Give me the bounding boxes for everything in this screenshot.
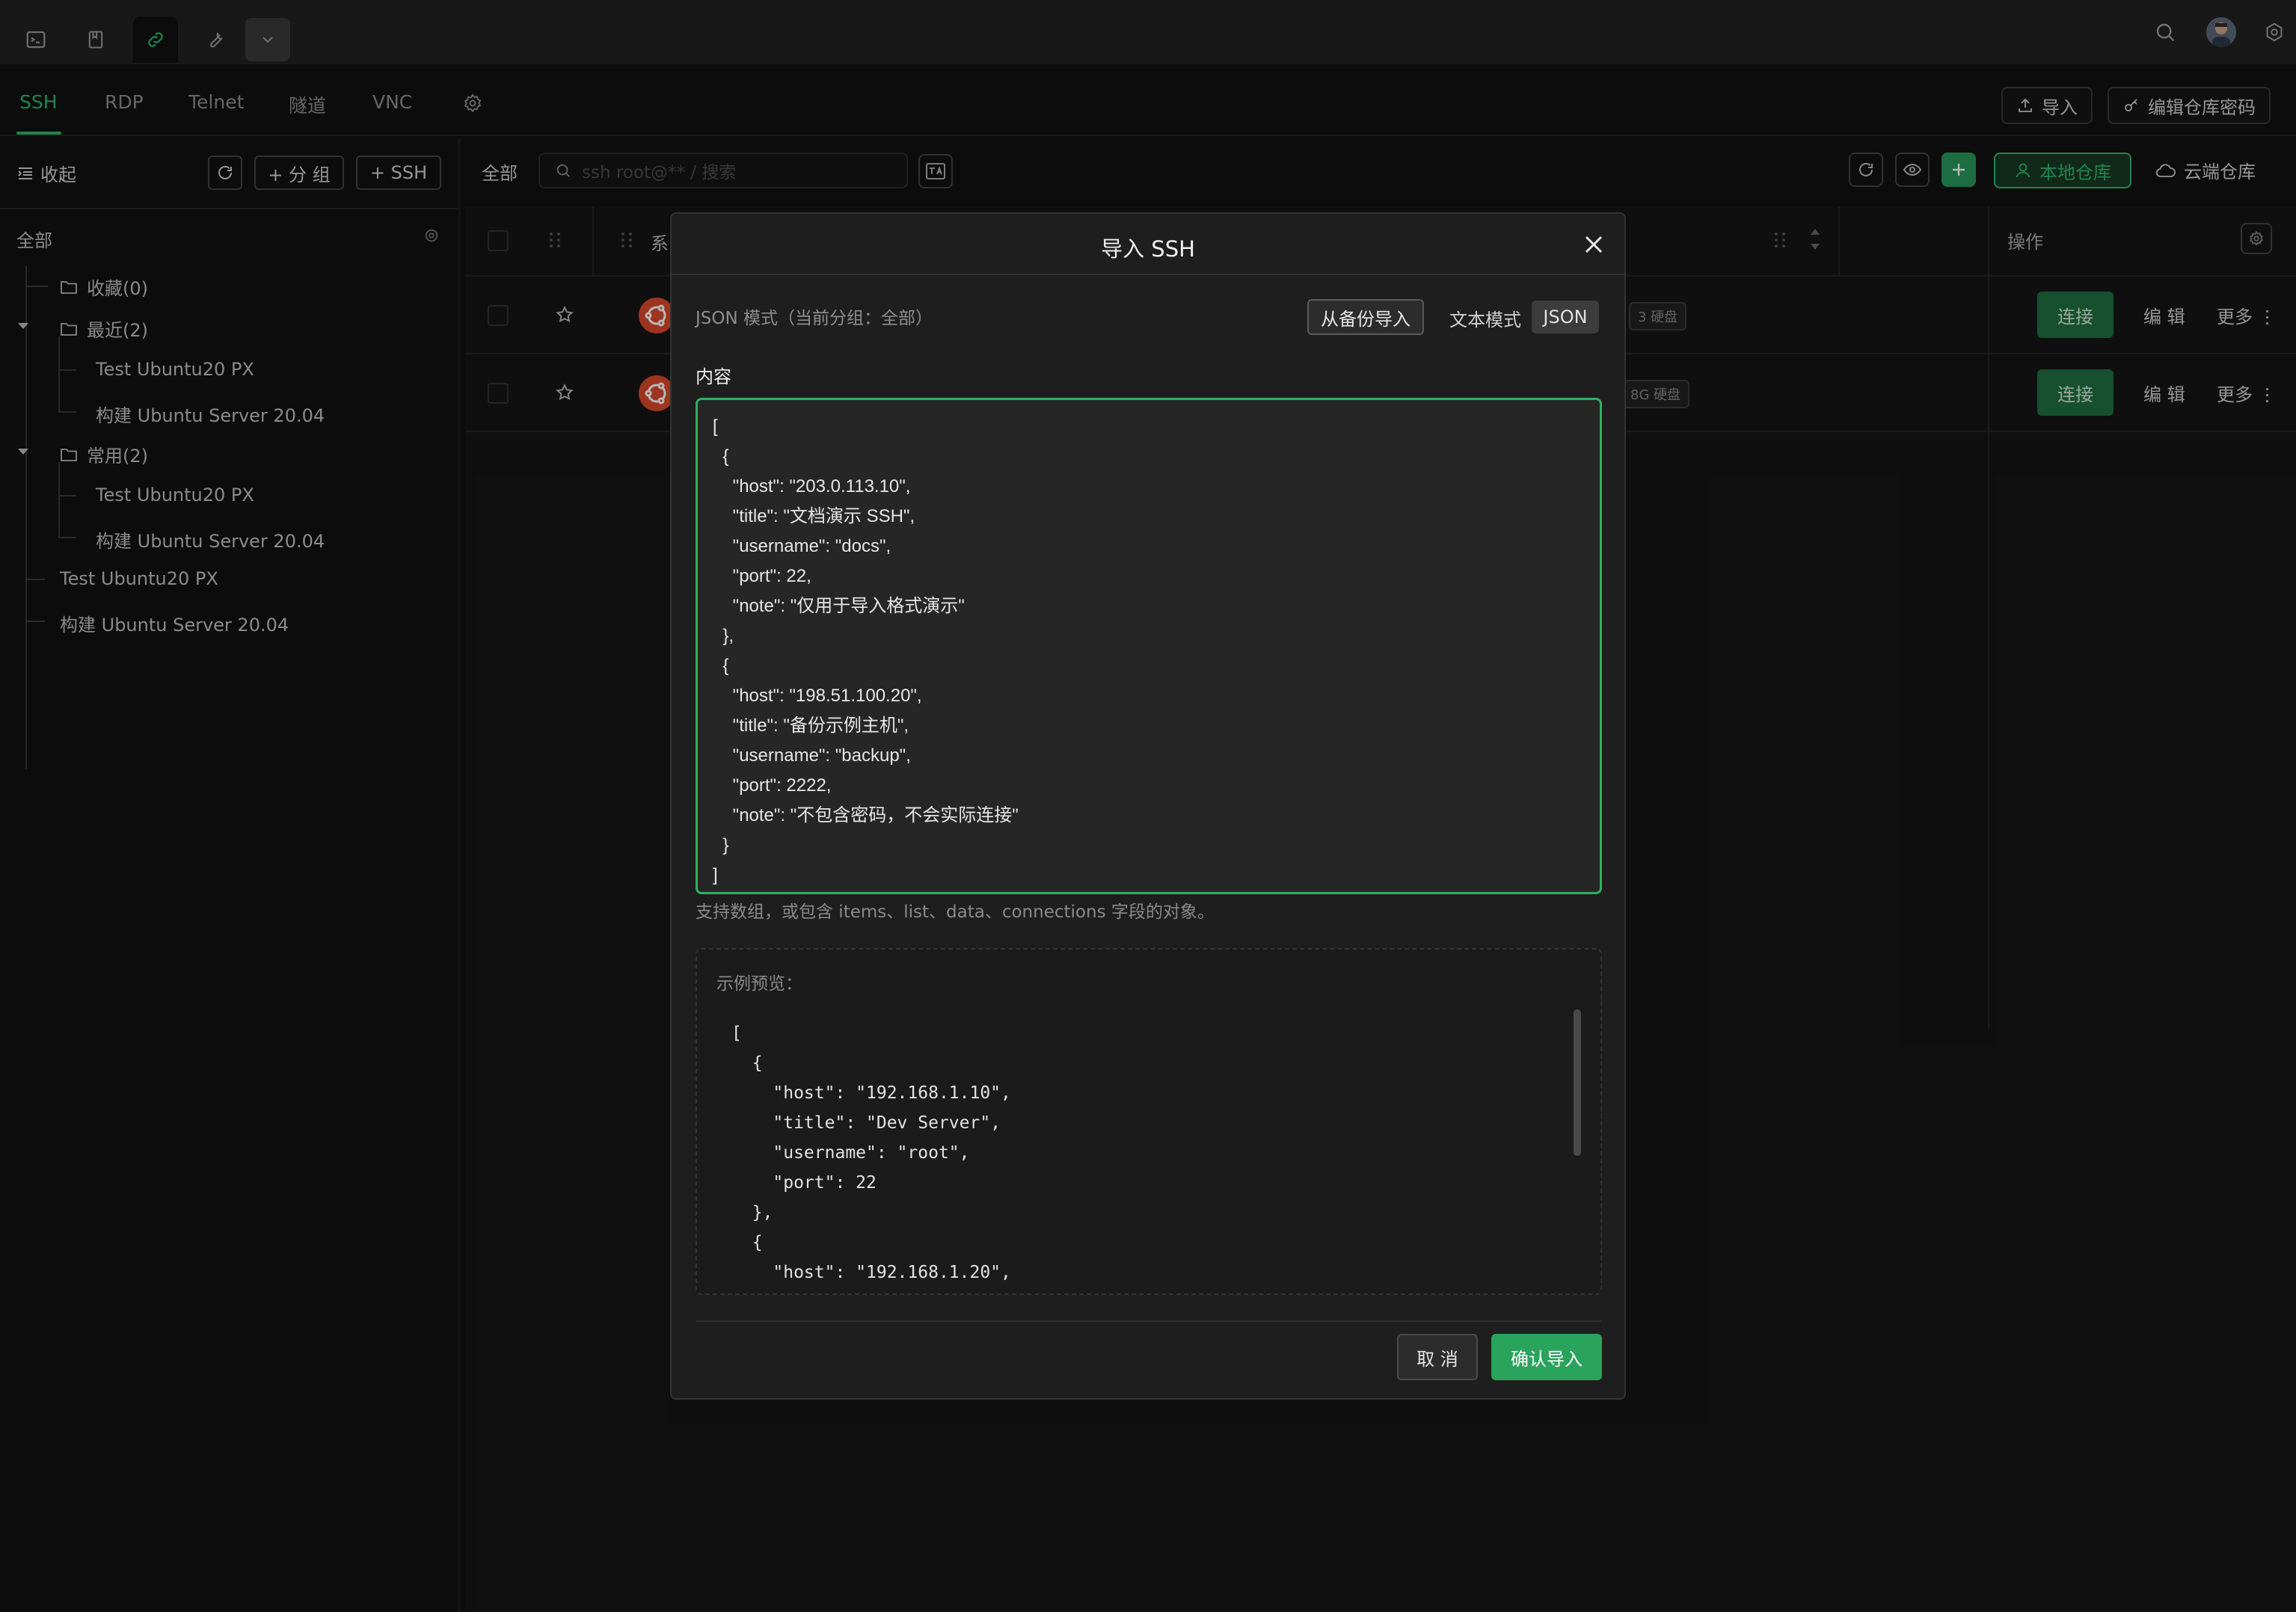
format-hint: 支持数组，或包含 items、list、data、connections 字段的… (696, 902, 1215, 922)
import-ssh-dialog: 导入 SSH JSON 模式（当前分组：全部） 从备份导入 文本模式 JSON … (670, 212, 1626, 1400)
json-content-textarea[interactable]: [ { "host": "203.0.113.10", "title": "文档… (696, 398, 1602, 894)
footer-divider (696, 1320, 1602, 1322)
from-backup-button[interactable]: 从备份导入 (1307, 299, 1424, 335)
preview-code: [ { "host": "192.168.1.10", "title": "De… (731, 1024, 1011, 1282)
text-mode-option[interactable]: 文本模式 (1449, 305, 1521, 331)
dialog-header: 导入 SSH (672, 214, 1624, 275)
close-icon[interactable] (1583, 233, 1605, 256)
preview-label: 示例预览： (716, 974, 802, 994)
mode-label: JSON 模式（当前分组：全部） (696, 309, 933, 328)
content-label: 内容 (696, 366, 731, 387)
cancel-button[interactable]: 取 消 (1397, 1334, 1478, 1380)
confirm-import-button[interactable]: 确认导入 (1491, 1334, 1602, 1380)
dialog-title: 导入 SSH (1101, 236, 1195, 262)
preview-scrollbar[interactable] (1574, 1009, 1581, 1156)
json-mode-option[interactable]: JSON (1532, 301, 1599, 333)
example-preview: 示例预览： [ { "host": "192.168.1.10", "title… (696, 948, 1602, 1295)
